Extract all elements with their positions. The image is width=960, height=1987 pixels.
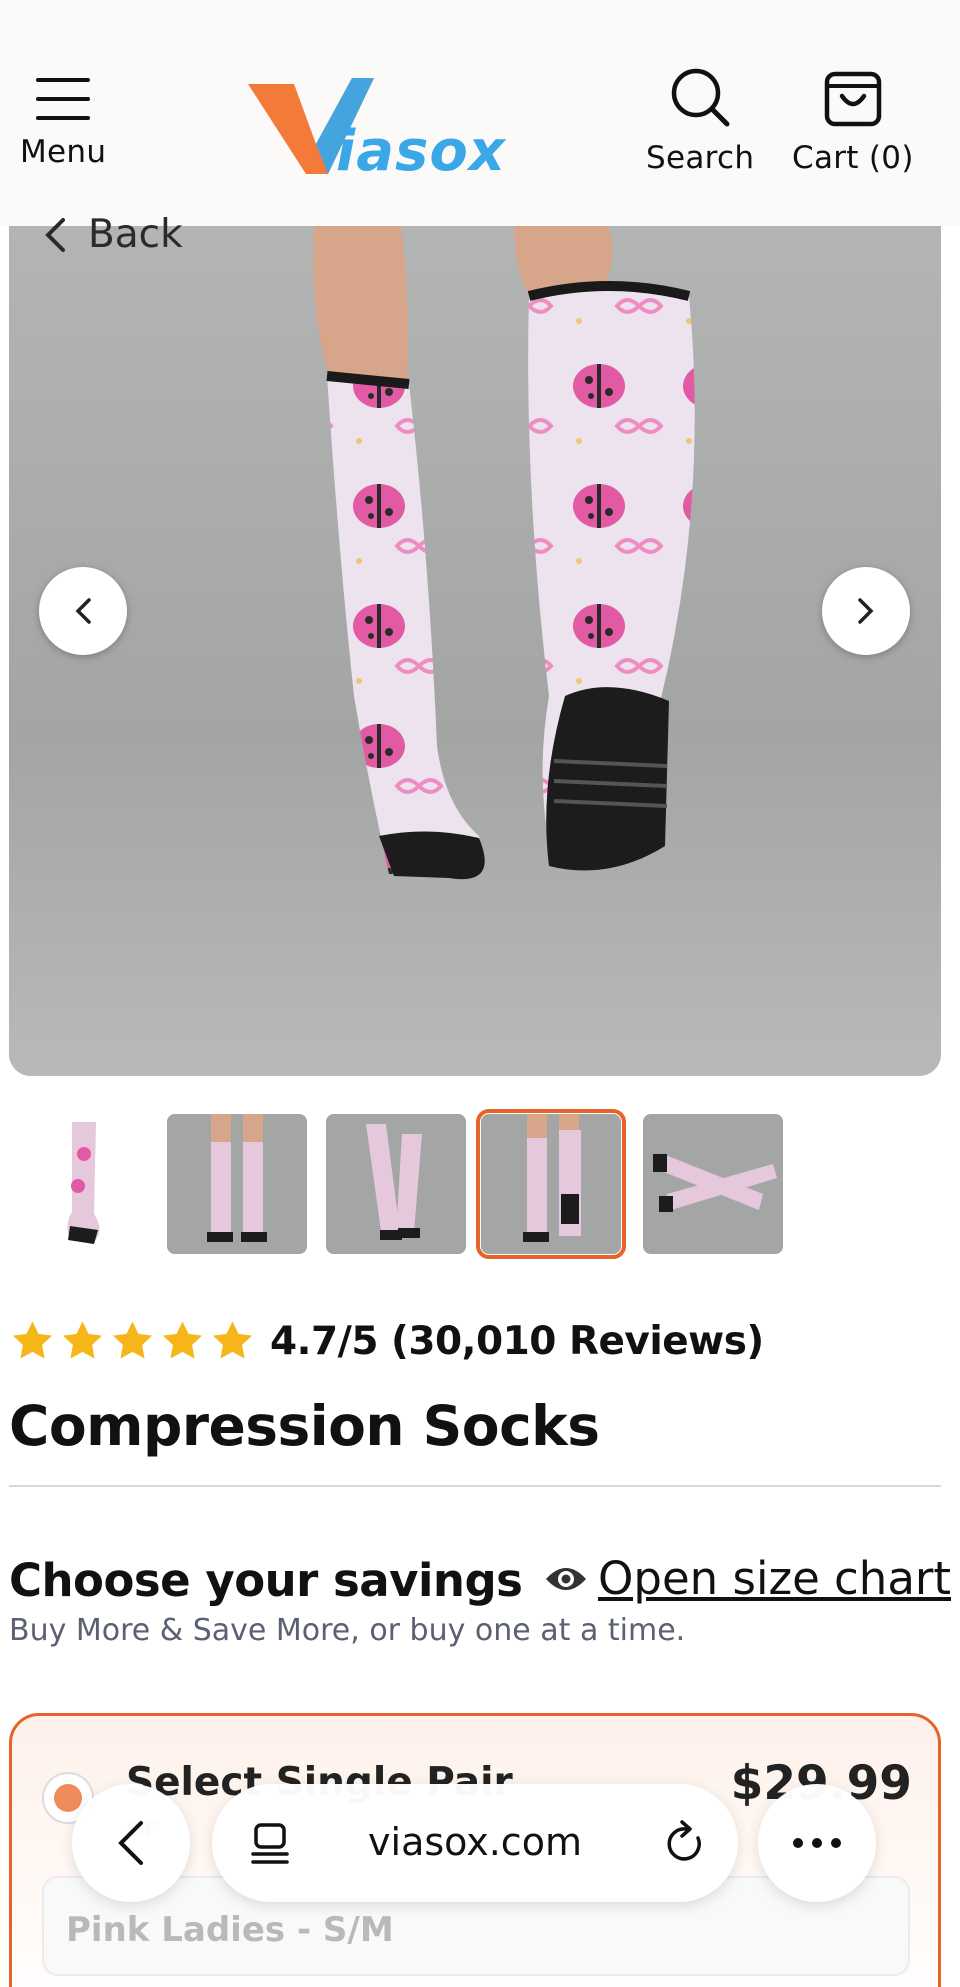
url-text[interactable]: viasox.com — [212, 1820, 738, 1864]
size-chart-label: Open size chart — [598, 1552, 952, 1605]
star-icon — [112, 1321, 153, 1359]
browser-back-button[interactable] — [72, 1784, 190, 1902]
star-icon — [162, 1321, 203, 1359]
reload-icon[interactable] — [664, 1820, 706, 1866]
search-button[interactable]: Search — [646, 66, 754, 176]
product-main-image — [9, 226, 941, 1076]
viasox-logo[interactable]: iasox — [244, 74, 514, 184]
back-link[interactable]: Back — [44, 212, 183, 257]
product-rating[interactable]: 4.7/5 (30,010 Reviews) — [9, 1318, 764, 1364]
size-chart-link[interactable]: Open size chart — [544, 1552, 951, 1605]
chevron-left-icon — [75, 598, 91, 624]
savings-heading: Choose your savings — [9, 1554, 523, 1607]
cart-button[interactable]: Cart (0) — [792, 66, 914, 176]
carousel-next-button[interactable] — [822, 567, 910, 655]
rating-text: 4.7/5 (30,010 Reviews) — [270, 1318, 764, 1364]
thumbnail-item[interactable] — [14, 1114, 154, 1254]
thumbnail-item[interactable] — [167, 1114, 307, 1254]
more-icon — [793, 1838, 841, 1848]
product-title: Compression Socks — [9, 1394, 600, 1458]
divider — [9, 1485, 941, 1487]
menu-button[interactable]: Menu — [20, 76, 106, 170]
variant-value: Pink Ladies - S/M — [66, 1910, 394, 1950]
star-icon — [212, 1321, 253, 1359]
rating-stars — [9, 1318, 256, 1364]
browser-more-button[interactable] — [758, 1784, 876, 1902]
star-icon — [62, 1321, 103, 1359]
address-bar[interactable]: viasox.com — [212, 1784, 738, 1902]
star-icon — [12, 1321, 53, 1359]
thumbnail-item[interactable] — [643, 1114, 783, 1254]
cart-label: Cart (0) — [792, 140, 914, 176]
chevron-left-icon — [45, 217, 65, 252]
chevron-right-icon — [858, 598, 874, 624]
hamburger-menu-icon — [36, 78, 91, 120]
eye-icon — [546, 1567, 586, 1590]
site-header: Menu iasox Search Cart (0) — [0, 0, 960, 226]
thumbnail-item[interactable] — [326, 1114, 466, 1254]
chevron-left-icon — [118, 1821, 143, 1865]
savings-subtext: Buy More & Save More, or buy one at a ti… — [9, 1613, 686, 1648]
menu-label: Menu — [20, 134, 107, 170]
carousel-prev-button[interactable] — [39, 567, 127, 655]
thumbnail-item-selected[interactable] — [476, 1109, 626, 1259]
svg-text:iasox: iasox — [336, 119, 507, 180]
search-label: Search — [646, 140, 755, 176]
back-label: Back — [88, 212, 183, 257]
search-icon — [671, 68, 730, 127]
shopping-bag-icon — [824, 71, 882, 127]
browser-toolbar: viasox.com — [0, 1782, 960, 1902]
